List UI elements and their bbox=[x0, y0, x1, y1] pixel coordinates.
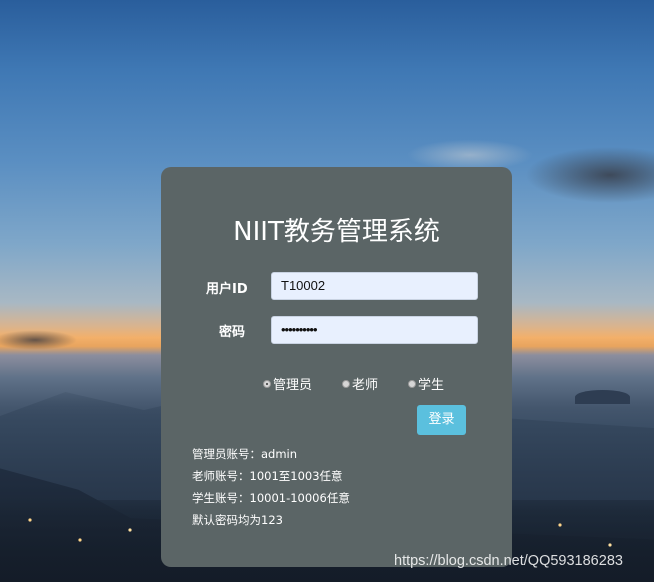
info-line-default-password: 默认密码均为123 bbox=[192, 513, 283, 527]
page-title: NIIT教务管理系统 bbox=[233, 217, 440, 247]
info-line-student: 学生账号：10001-10006任意 bbox=[192, 491, 350, 505]
login-button[interactable]: 登录 bbox=[417, 405, 466, 435]
password-input[interactable]: •••••••••• bbox=[271, 316, 478, 344]
role-radio-student[interactable]: 学生 bbox=[408, 374, 444, 393]
radio-unchecked-icon bbox=[342, 379, 350, 388]
login-panel: NIIT教务管理系统 用户ID T10002 密码 •••••••••• 管理员… bbox=[161, 167, 512, 567]
user-id-label: 用户ID bbox=[206, 282, 248, 297]
watermark-url: https://blog.csdn.net/QQ593186283 bbox=[394, 553, 623, 569]
user-id-input[interactable]: T10002 bbox=[271, 272, 478, 300]
radio-unchecked-icon bbox=[408, 379, 416, 388]
role-label-teacher: 老师 bbox=[352, 378, 379, 393]
info-line-admin: 管理员账号：admin bbox=[192, 447, 298, 461]
role-label-admin: 管理员 bbox=[273, 378, 313, 393]
radio-checked-icon bbox=[263, 379, 271, 388]
role-radio-teacher[interactable]: 老师 bbox=[342, 374, 378, 393]
password-label: 密码 bbox=[219, 325, 246, 340]
background-island bbox=[575, 390, 630, 404]
role-radio-admin[interactable]: 管理员 bbox=[263, 374, 312, 393]
role-label-student: 学生 bbox=[418, 378, 445, 393]
info-line-teacher: 老师账号：1001至1003任意 bbox=[192, 469, 343, 483]
